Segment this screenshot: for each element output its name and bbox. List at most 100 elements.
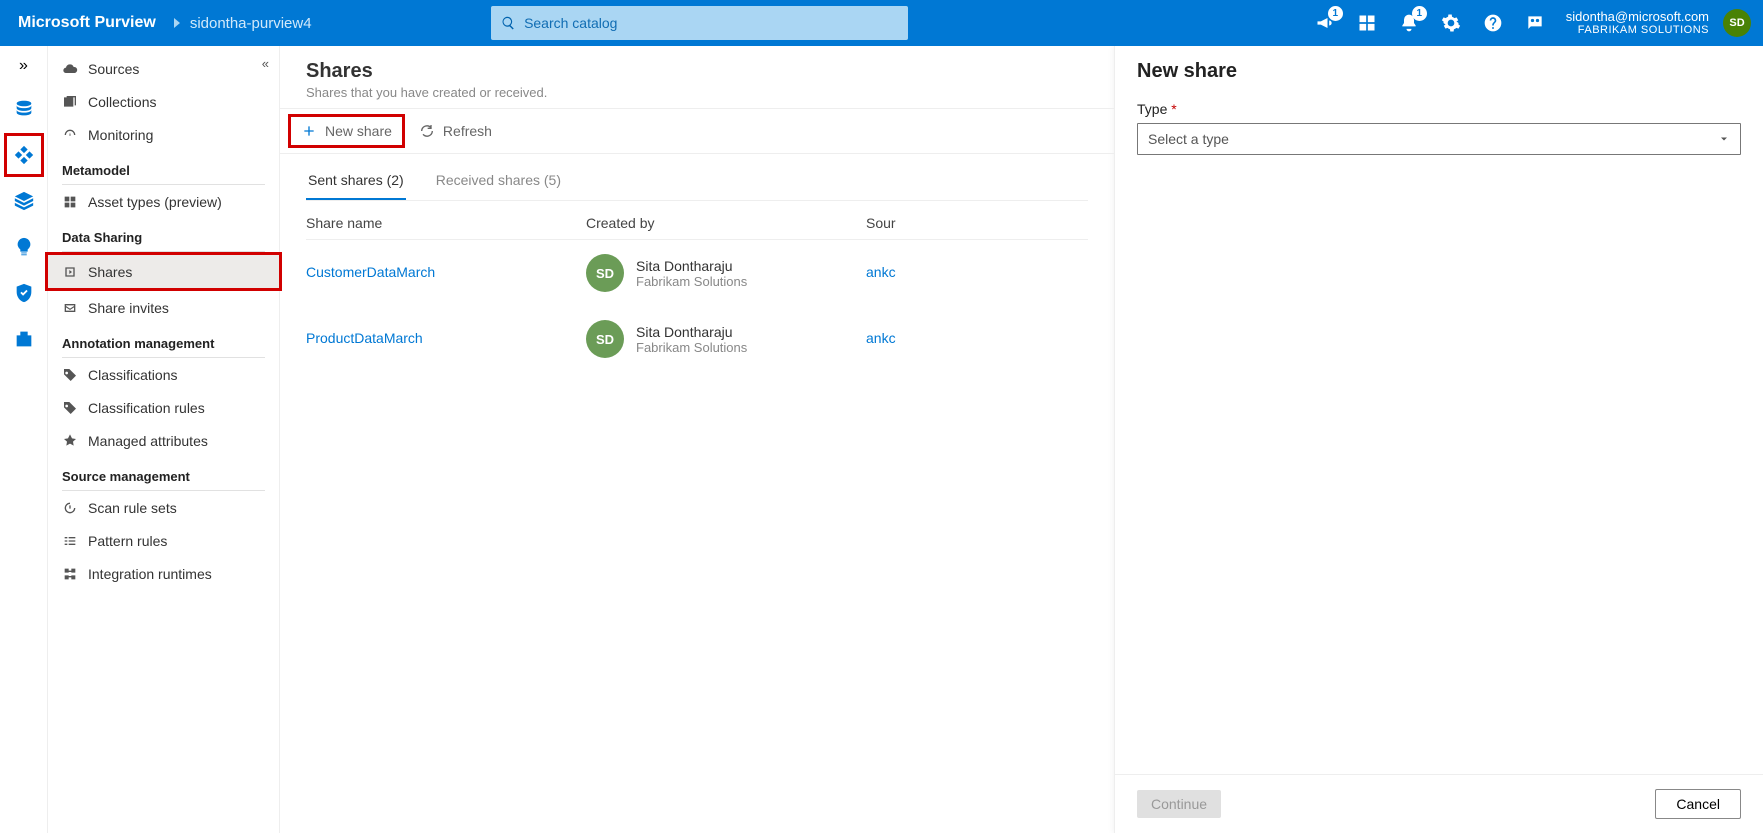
nav-collections[interactable]: Collections xyxy=(48,85,279,118)
type-label: Type * xyxy=(1137,101,1741,117)
brand-title[interactable]: Microsoft Purview xyxy=(0,14,174,32)
feedback-icon xyxy=(1525,13,1545,33)
nav-sources[interactable]: Sources xyxy=(48,52,279,85)
creator-avatar: SD xyxy=(586,254,624,292)
share-name-link[interactable]: CustomerDataMarch xyxy=(306,264,435,280)
rail-expand-button[interactable]: » xyxy=(0,46,47,86)
bulb-icon xyxy=(13,236,35,258)
nav-monitoring[interactable]: Monitoring xyxy=(48,118,279,151)
database-icon xyxy=(13,98,35,120)
type-select[interactable]: Select a type xyxy=(1137,123,1741,155)
nav-classifications[interactable]: Classifications xyxy=(48,358,279,391)
search-input[interactable] xyxy=(524,15,898,31)
hdr-notifications-button[interactable]: 1 xyxy=(1388,0,1430,46)
table-row: ProductDataMarchSDSita DontharajuFabrika… xyxy=(280,306,1114,372)
nav-pattern-rules[interactable]: Pattern rules xyxy=(48,524,279,557)
continue-button[interactable]: Continue xyxy=(1137,790,1221,818)
nav-shares[interactable]: Shares xyxy=(48,255,279,288)
hdr-grid-button[interactable] xyxy=(1346,0,1388,46)
rail-data-estate[interactable] xyxy=(4,179,44,223)
shield-check-icon xyxy=(13,282,35,304)
grid-header: Share name Created by Sour xyxy=(280,201,1114,239)
pattern-icon xyxy=(62,533,78,549)
hdr-feedback-button[interactable] xyxy=(1514,0,1556,46)
nav-label: Monitoring xyxy=(88,127,153,143)
search-icon xyxy=(501,15,516,31)
tab-received-shares[interactable]: Received shares (5) xyxy=(434,160,563,200)
panel-body: New share Type * Select a type xyxy=(1115,46,1763,774)
content: » « Sources Collections Monitoring Metam… xyxy=(0,46,1763,833)
gear-icon xyxy=(1441,13,1461,33)
rail-data-map[interactable] xyxy=(4,133,44,177)
nav-group-source-mgmt: Source management xyxy=(48,457,279,490)
refresh-label: Refresh xyxy=(443,123,492,139)
grid-body: CustomerDataMarchSDSita DontharajuFabrik… xyxy=(280,240,1114,372)
col-created-by[interactable]: Created by xyxy=(586,215,866,231)
rail-insights[interactable] xyxy=(4,225,44,269)
tag-rules-icon xyxy=(62,400,78,416)
hdr-settings-button[interactable] xyxy=(1430,0,1472,46)
rail-management[interactable] xyxy=(4,317,44,361)
creator-name: Sita Dontharaju xyxy=(636,258,747,274)
search-box[interactable] xyxy=(491,6,908,40)
secnav-collapse-button[interactable]: « xyxy=(262,56,269,71)
layers-icon xyxy=(13,190,35,212)
hdr-help-button[interactable] xyxy=(1472,0,1514,46)
new-share-button[interactable]: New share xyxy=(288,114,405,148)
creator-org: Fabrikam Solutions xyxy=(636,340,747,355)
nav-scan-rule-sets[interactable]: Scan rule sets xyxy=(48,491,279,524)
refresh-icon xyxy=(419,123,435,139)
toolbox-icon xyxy=(13,328,35,350)
main-header: Shares Shares that you have created or r… xyxy=(280,46,1114,108)
panel-footer: Continue Cancel xyxy=(1115,774,1763,833)
nav-label: Managed attributes xyxy=(88,433,208,449)
secondary-nav: « Sources Collections Monitoring Metamod… xyxy=(48,46,280,833)
toolbar: New share Refresh xyxy=(280,108,1114,154)
breadcrumb[interactable]: sidontha-purview4 xyxy=(190,15,312,32)
nav-label: Share invites xyxy=(88,300,169,316)
nav-highlight-wrap: Shares xyxy=(45,252,282,291)
table-row: CustomerDataMarch SD Sita DontharajuFabrik… xyxy=(280,240,1114,306)
col-share-name[interactable]: Share name xyxy=(306,215,586,231)
top-header: Microsoft Purview sidontha-purview4 1 1 … xyxy=(0,0,1763,46)
share-name-link[interactable]: ProductDataMarch xyxy=(306,330,423,346)
notifications-badge: 1 xyxy=(1412,6,1427,21)
new-share-panel: New share Type * Select a type Continue … xyxy=(1115,46,1763,833)
refresh-button[interactable]: Refresh xyxy=(409,117,502,145)
rail-data-catalog[interactable] xyxy=(4,87,44,131)
nav-group-metamodel: Metamodel xyxy=(48,151,279,184)
help-icon xyxy=(1483,13,1503,33)
creator-avatar: SD xyxy=(586,320,624,358)
hdr-announcements-button[interactable]: 1 xyxy=(1304,0,1346,46)
nav-label: Shares xyxy=(88,264,132,280)
nav-group-annotation: Annotation management xyxy=(48,324,279,357)
user-block[interactable]: sidontha@microsoft.com FABRIKAM SOLUTION… xyxy=(1556,9,1719,38)
user-org: FABRIKAM SOLUTIONS xyxy=(1566,24,1709,37)
new-share-label: New share xyxy=(325,123,392,139)
col-source[interactable]: Sour xyxy=(866,215,896,231)
gauge-icon xyxy=(62,127,78,143)
nav-integration-runtimes[interactable]: Integration runtimes xyxy=(48,557,279,590)
cloud-icon xyxy=(62,61,78,77)
invites-icon xyxy=(62,300,78,316)
cancel-button[interactable]: Cancel xyxy=(1655,789,1741,819)
asset-types-icon xyxy=(62,194,78,210)
user-avatar[interactable]: SD xyxy=(1723,9,1751,37)
type-select-placeholder: Select a type xyxy=(1148,131,1229,147)
tab-sent-shares[interactable]: Sent shares (2) xyxy=(306,160,406,200)
source-link[interactable]: ankc xyxy=(866,330,896,346)
nav-label: Integration runtimes xyxy=(88,566,212,582)
left-rail: » xyxy=(0,46,48,833)
rail-policies[interactable] xyxy=(4,271,44,315)
required-mark: * xyxy=(1171,101,1176,117)
nav-classification-rules[interactable]: Classification rules xyxy=(48,391,279,424)
tag-icon xyxy=(62,367,78,383)
nav-share-invites[interactable]: Share invites xyxy=(48,291,279,324)
creator-org: Fabrikam Solutions xyxy=(636,274,747,289)
nav-asset-types[interactable]: Asset types (preview) xyxy=(48,185,279,218)
nav-managed-attributes[interactable]: Managed attributes xyxy=(48,424,279,457)
grid-icon xyxy=(1357,13,1377,33)
runtime-icon xyxy=(62,566,78,582)
source-link[interactable]: ankc xyxy=(866,264,896,280)
breadcrumb-sep-icon xyxy=(174,18,180,28)
